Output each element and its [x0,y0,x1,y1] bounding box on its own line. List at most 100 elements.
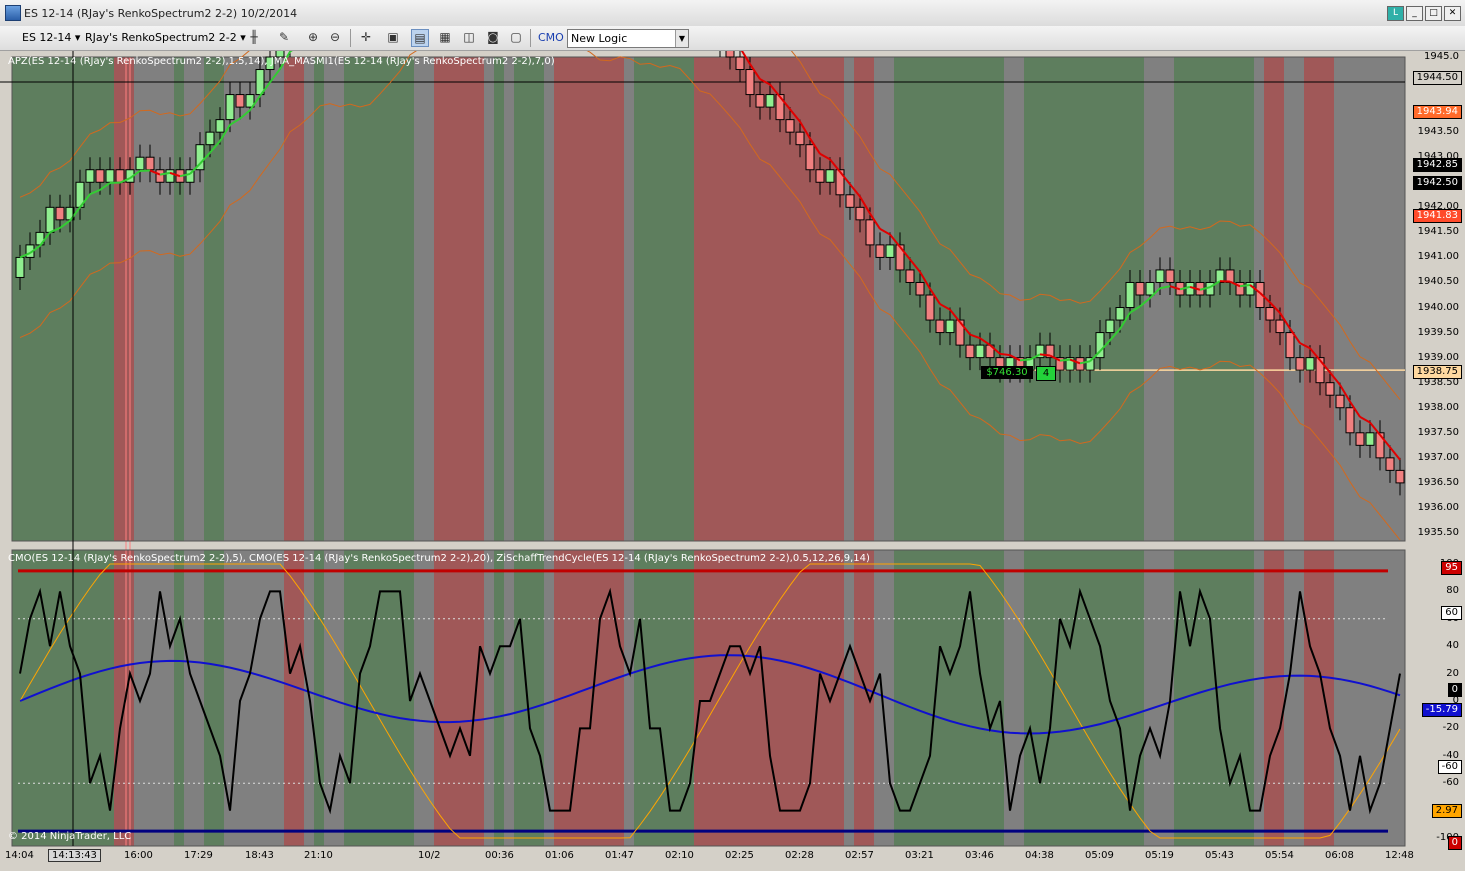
chart-trader-icon[interactable]: ▤ [411,29,429,47]
minimize-button[interactable]: _ [1406,6,1423,21]
indicator-panel-title: CMO(ES 12-14 (RJay's RenkoSpectrum2 2-2)… [8,553,870,564]
chevron-down-icon[interactable]: ▼ [675,30,688,47]
zone-band [854,57,874,541]
zone-band [314,550,324,846]
indicator-axis-label: 20 [1446,667,1459,679]
zone-band [314,57,324,541]
candle [805,144,815,171]
candle [1125,281,1135,309]
apz-lower-marker: 1941.83 [1412,209,1462,223]
maximize-button[interactable]: □ [1425,6,1442,21]
jma-segment [1039,353,1051,357]
position-pnl[interactable]: $746.30 [981,366,1033,379]
indicator-label[interactable]: CMO [538,31,564,44]
data-box-icon[interactable]: ▣ [385,29,401,45]
apz-upper-marker: 1943.94 [1412,105,1462,119]
upper-level-marker: 95 [1441,561,1462,575]
candle [1075,357,1085,371]
time-axis-label: 04:38 [1025,850,1054,861]
copyright-notice: © 2014 NinjaTrader, LLC [8,831,132,842]
close-button[interactable]: ✕ [1444,6,1461,21]
candle [1155,269,1165,283]
zone-band [1284,57,1304,541]
zero-marker: 0 [1447,683,1462,697]
candle [955,319,965,346]
bar-type-selector[interactable]: RJay's RenkoSpectrum2 2-2 ▾ [85,31,246,44]
time-axis-label: 14:04 [5,850,34,861]
time-axis-label: 01:47 [605,850,634,861]
candle [1385,457,1395,471]
candle [895,244,905,271]
window-titlebar: ES 12-14 (RJay's RenkoSpectrum2 2-2) 10/… [0,0,1465,27]
zone-band [694,550,844,846]
candle [1335,394,1345,409]
candle [1165,269,1175,283]
zone-band [624,57,634,541]
candle [1135,281,1145,296]
zoom-in-icon[interactable]: ⊕ [305,29,321,45]
zone-band [634,550,694,846]
candle [745,69,755,96]
template-icon[interactable]: ▢ [508,29,524,45]
zone-band [434,550,484,846]
zone-band [514,57,544,541]
zone-band [434,57,484,541]
candle [165,169,175,183]
time-axis-label: 03:21 [905,850,934,861]
candle [215,119,225,133]
candle [1325,382,1335,396]
candle [1395,469,1405,484]
zone-band [844,550,854,846]
close-marker: 1942.50 [1412,176,1462,190]
candle [1275,319,1285,334]
lower-dotted-marker: -60 [1437,760,1462,774]
time-axis-label: 00:36 [485,850,514,861]
properties-icon[interactable]: ▦ [437,29,453,45]
zone-band [224,550,284,846]
candle [1145,281,1155,296]
candle [135,156,145,171]
price-axis-label: 1940.50 [1417,276,1459,288]
candle [1185,281,1195,296]
candle [865,219,875,246]
zone-band [504,57,514,541]
price-axis-label: 1941.00 [1417,251,1459,263]
strategies-icon[interactable]: ◫ [461,29,477,45]
position-quantity[interactable]: 4 [1036,366,1056,381]
link-icon[interactable]: L [1387,6,1404,21]
draw-tool-icon[interactable]: ✎ [276,29,292,45]
bottom-marker: 0 [1447,836,1462,850]
candle [755,94,765,108]
zone-band [894,550,1004,846]
price-axis-label: 1943.50 [1417,126,1459,138]
snapshot-icon[interactable]: ◙ [485,29,501,45]
app-icon [5,5,21,21]
last-price-marker: 1944.50 [1412,71,1462,85]
jma-segment [1019,358,1031,362]
instrument-selector[interactable]: ES 12-14 ▾ [22,31,80,44]
zone-band [174,550,184,846]
zone-band [484,550,494,846]
candle [235,94,245,108]
bar-style-icon[interactable]: ╫ [246,29,262,45]
zone-band [844,57,854,541]
zone-band [874,550,894,846]
candle [1115,307,1125,321]
price-axis-label: 1939.50 [1417,326,1459,338]
candle [935,319,945,334]
zone-band [204,550,224,846]
strategy-select[interactable]: New Logic ▼ [567,29,689,48]
chart-canvas[interactable] [0,51,1465,871]
price-axis-label: 1937.50 [1417,426,1459,438]
indicator-axis-label: -20 [1442,722,1459,734]
zone-band [414,57,434,541]
time-axis-label: 05:43 [1205,850,1234,861]
toolbar-divider [350,29,351,47]
zoom-out-icon[interactable]: ⊖ [327,29,343,45]
chart-toolbar: ES 12-14 ▾ RJay's RenkoSpectrum2 2-2 ▾ ╫… [0,26,1465,51]
crosshair-icon[interactable]: ✛ [358,29,374,45]
price-axis-label: 1945.0 [1424,51,1459,62]
candle [845,194,855,208]
entry-price-marker: 1938.75 [1412,365,1462,379]
zone-band [624,550,634,846]
